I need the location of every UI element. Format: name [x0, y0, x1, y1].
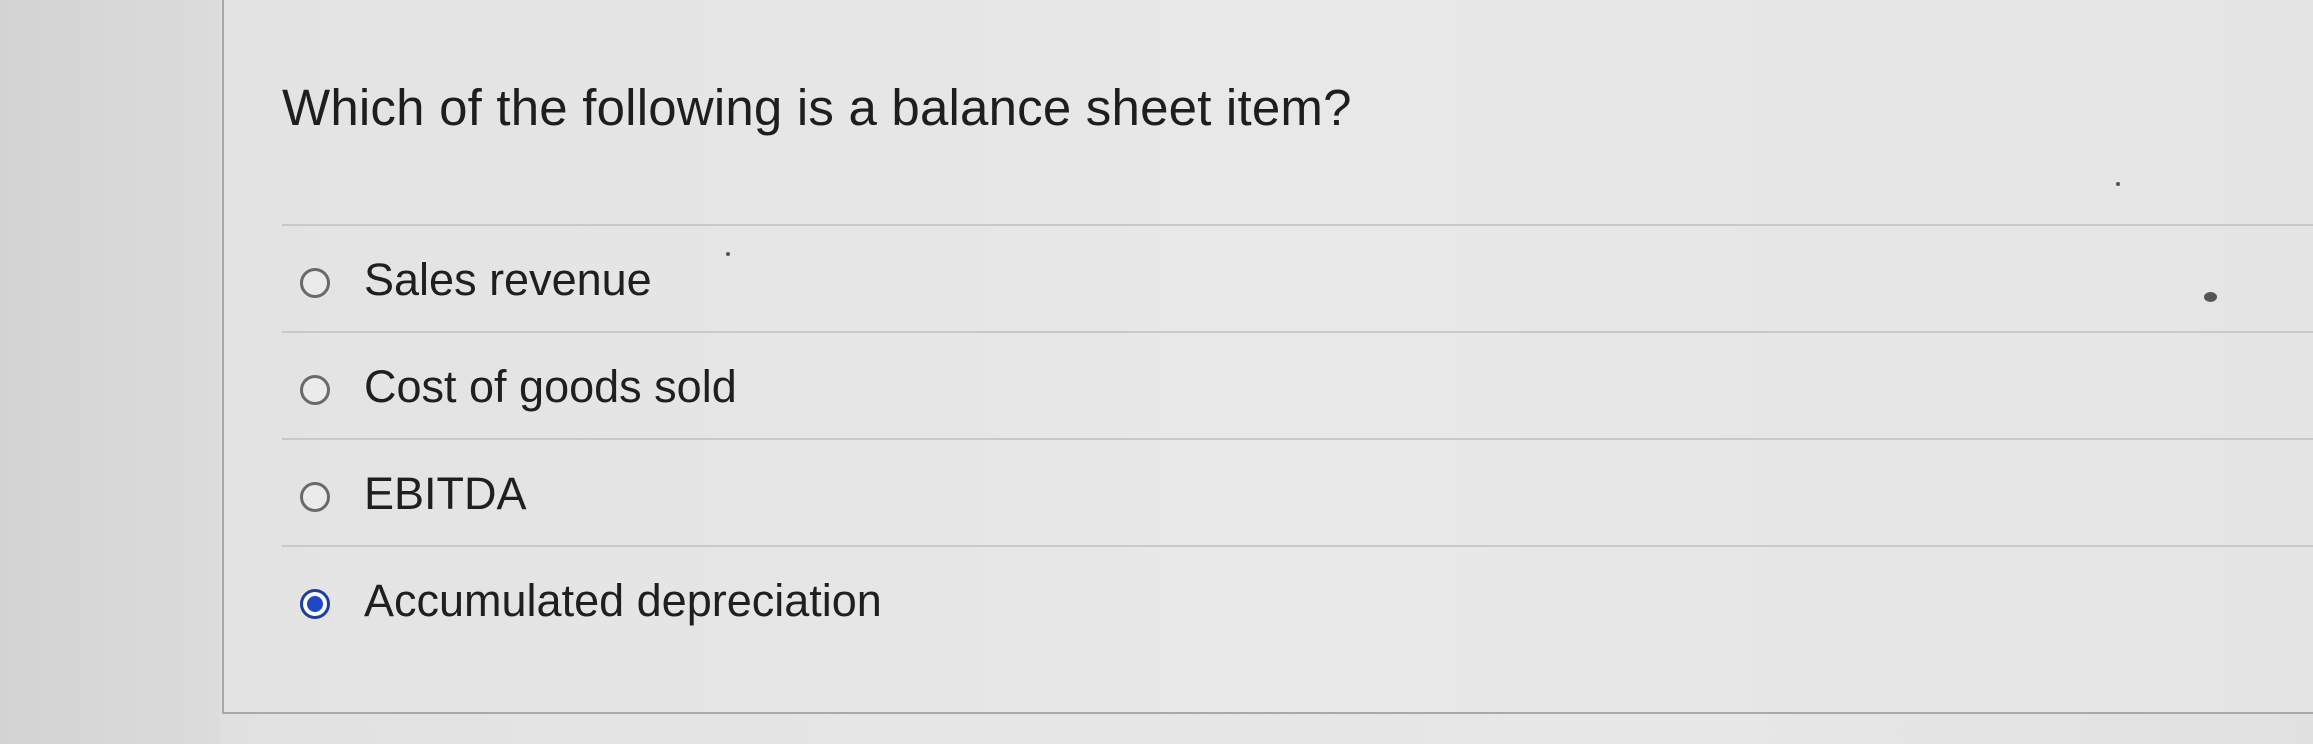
option-sales-revenue[interactable]: Sales revenue: [282, 224, 2313, 331]
option-cost-of-goods-sold[interactable]: Cost of goods sold: [282, 331, 2313, 438]
radio-accumulated-depreciation-selected[interactable]: [300, 589, 330, 619]
option-label-accumulated-depreciation[interactable]: Accumulated depreciation: [364, 575, 882, 627]
option-label-cost-of-goods-sold[interactable]: Cost of goods sold: [364, 361, 737, 413]
page-background-margin: [0, 0, 220, 744]
option-label-sales-revenue[interactable]: Sales revenue: [364, 254, 652, 306]
question-text: Which of the following is a balance shee…: [282, 79, 1352, 136]
radio-cost-of-goods-sold[interactable]: [300, 375, 330, 405]
option-label-ebitda[interactable]: EBITDA: [364, 468, 527, 520]
option-ebitda[interactable]: EBITDA: [282, 438, 2313, 545]
screen-speck: [726, 252, 730, 256]
radio-ebitda[interactable]: [300, 482, 330, 512]
radio-sales-revenue[interactable]: [300, 268, 330, 298]
option-accumulated-depreciation[interactable]: Accumulated depreciation: [282, 545, 2313, 649]
screen-speck: [2116, 182, 2120, 186]
screen-speck: [2204, 292, 2217, 302]
answer-options: Sales revenue Cost of goods sold EBITDA …: [282, 224, 2313, 649]
